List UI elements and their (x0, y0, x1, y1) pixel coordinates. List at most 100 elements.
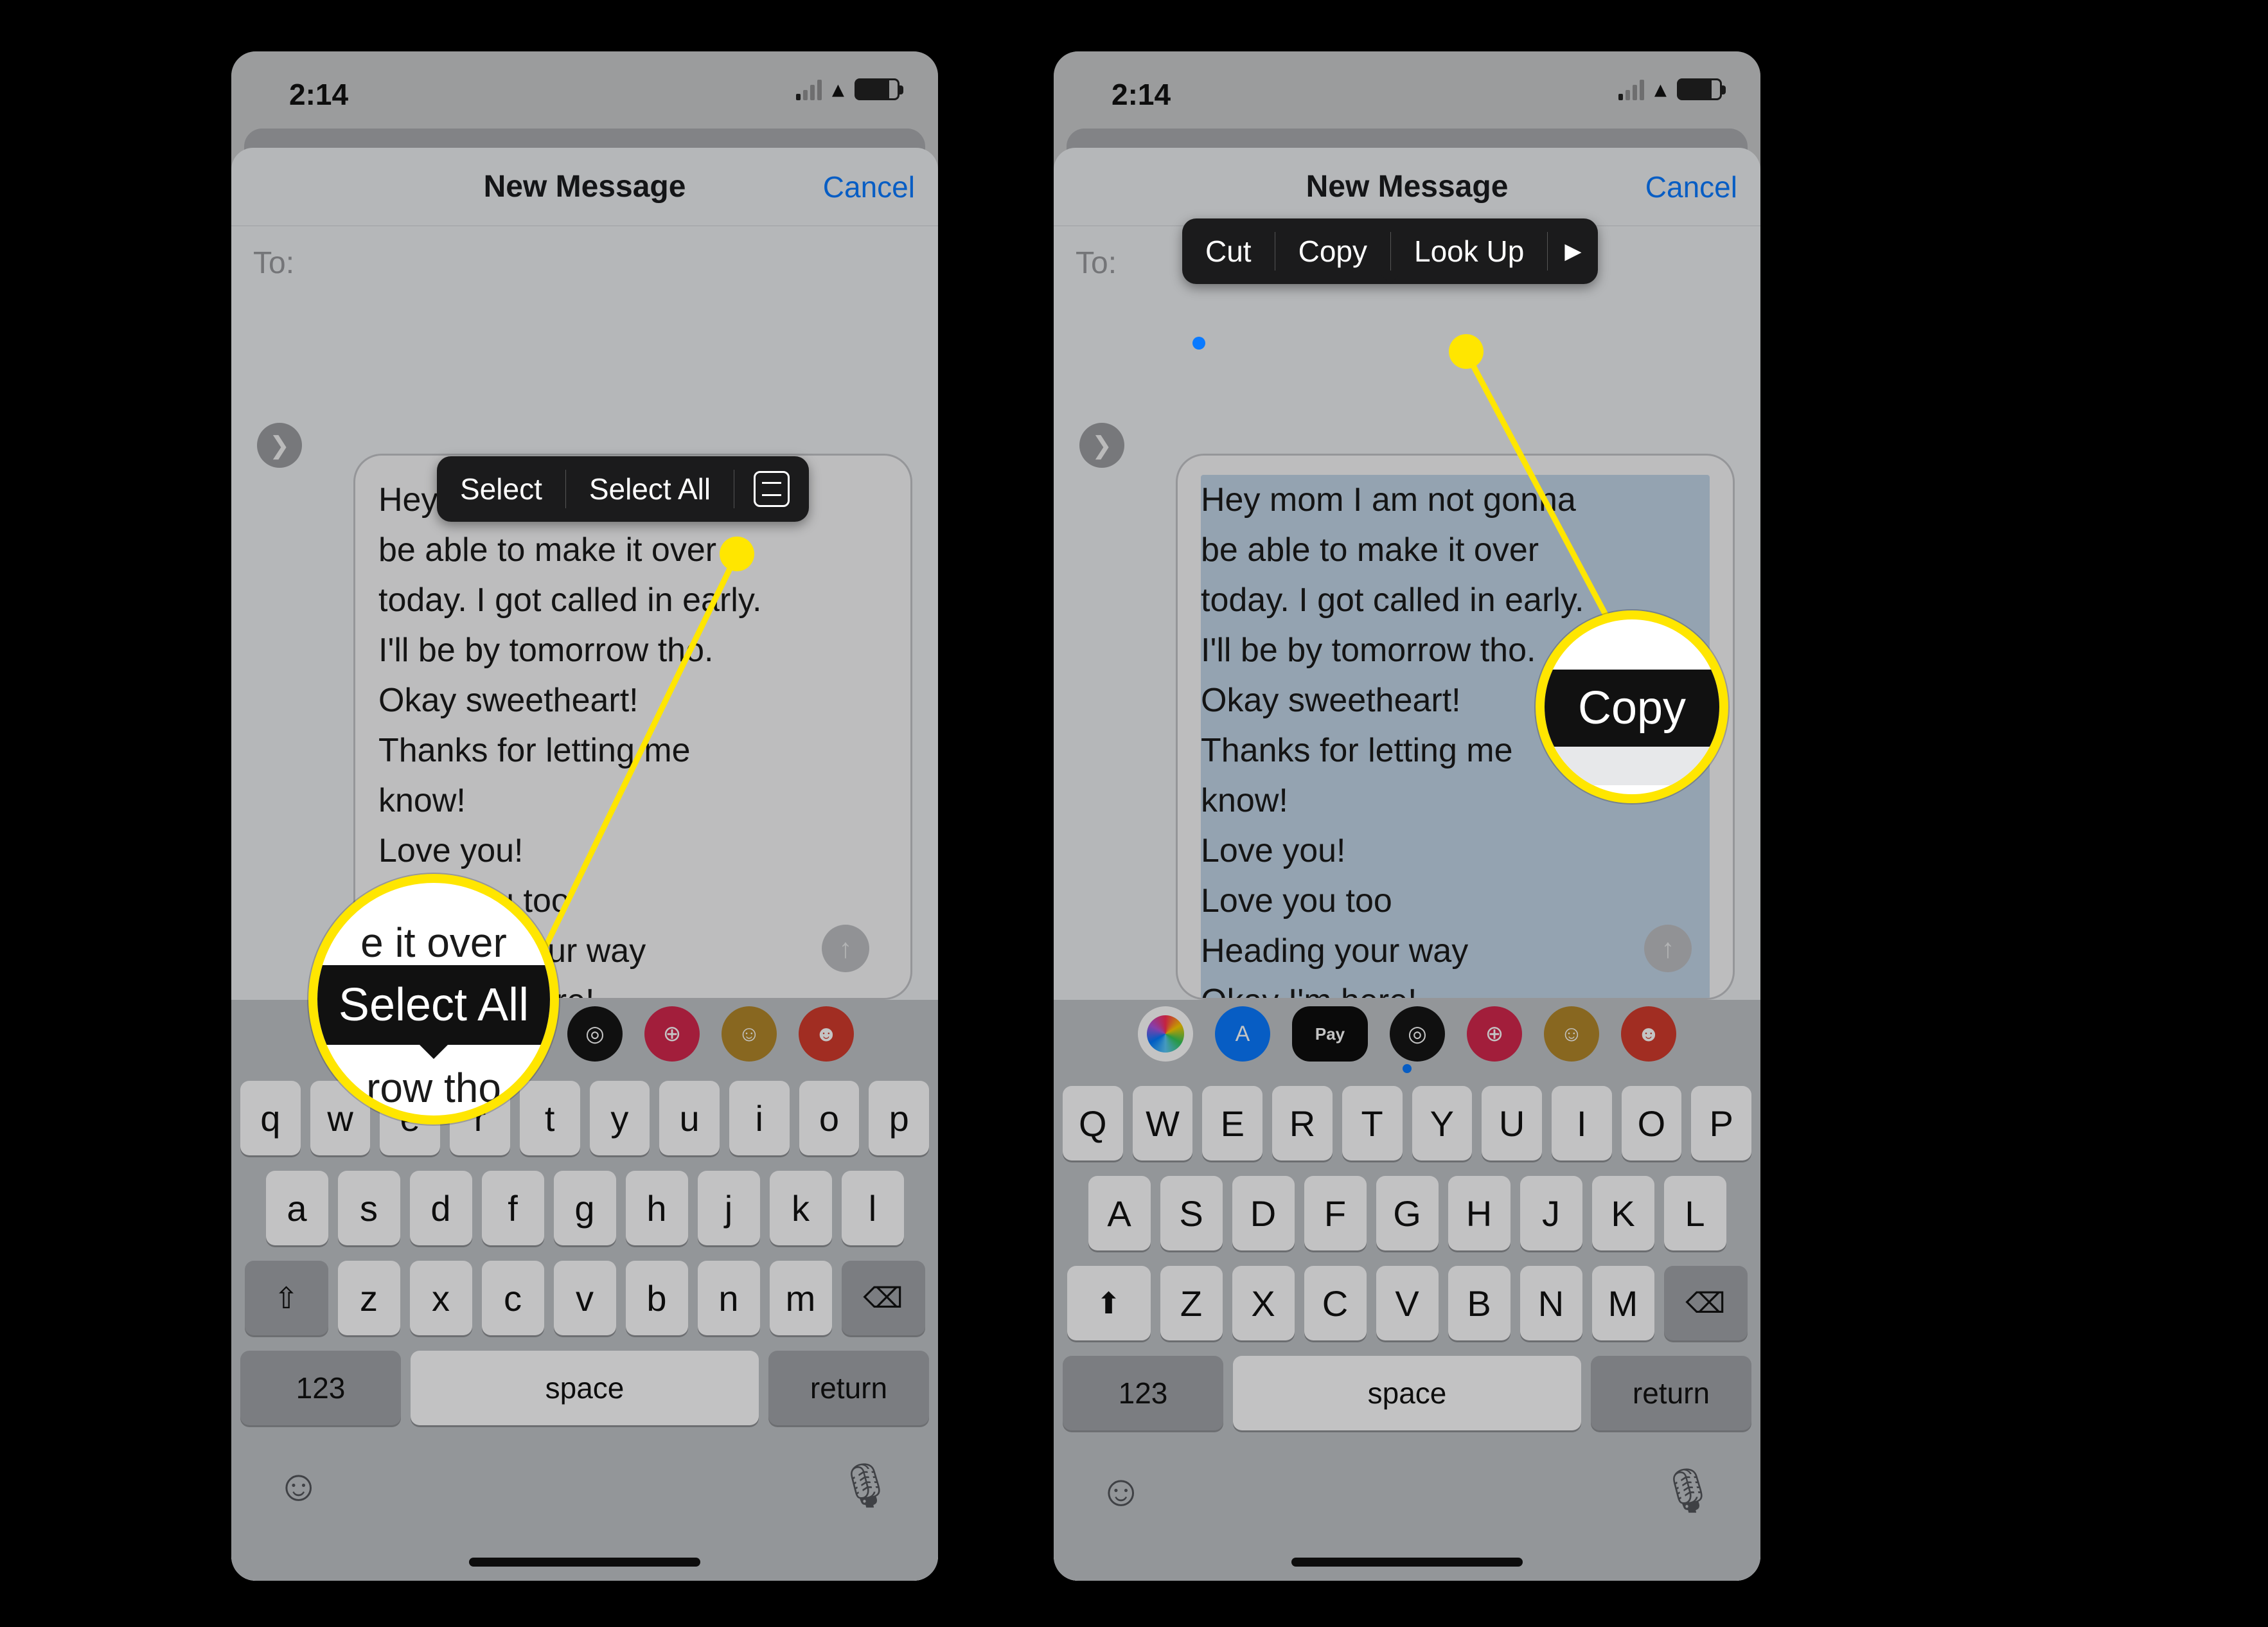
search-app-icon[interactable]: ⊕ (644, 1006, 700, 1062)
key-A[interactable]: A (1088, 1176, 1151, 1250)
shift-key[interactable]: ⇧ (245, 1261, 328, 1335)
key-W[interactable]: W (1133, 1086, 1193, 1160)
key-X[interactable]: X (1232, 1266, 1295, 1340)
search-app-icon[interactable]: ⊕ (1467, 1006, 1522, 1062)
app-store-icon[interactable]: A (1215, 1006, 1270, 1062)
key-L[interactable]: L (1664, 1176, 1726, 1250)
apple-pay-icon[interactable]: Pay (1292, 1006, 1368, 1062)
key-K[interactable]: K (770, 1171, 832, 1245)
page-title: New Message (1306, 169, 1509, 204)
key-Y[interactable]: Y (1412, 1086, 1473, 1160)
ctx-copy[interactable]: Copy (1275, 218, 1390, 284)
ctx-select[interactable]: Select (437, 456, 565, 522)
photos-app-icon[interactable] (1138, 1006, 1193, 1062)
key-M[interactable]: M (770, 1261, 832, 1335)
key-L[interactable]: L (842, 1171, 904, 1245)
home-indicator[interactable] (1291, 1558, 1523, 1567)
app-strip[interactable]: A Pay ◎ ⊕ ☺ ☻ (1054, 1000, 1760, 1068)
keyboard-footer: ☺ 🎙︎ (231, 1441, 938, 1531)
to-field-label[interactable]: To: (231, 226, 938, 300)
key-V[interactable]: V (554, 1261, 616, 1335)
space-key[interactable]: space (1233, 1356, 1581, 1430)
key-S[interactable]: S (1160, 1176, 1223, 1250)
ctx-lookup[interactable]: Look Up (1391, 218, 1547, 284)
key-N[interactable]: N (698, 1261, 760, 1335)
magnifier-select-all-label: Select All (317, 965, 550, 1045)
ctx-cut[interactable]: Cut (1182, 218, 1275, 284)
dictation-icon[interactable]: 🎙︎ (1660, 1465, 1715, 1516)
status-indicators: ▴︎ (796, 77, 899, 102)
key-C[interactable]: C (482, 1261, 544, 1335)
key-I[interactable]: I (1552, 1086, 1612, 1160)
key-C[interactable]: C (1304, 1266, 1367, 1340)
keyboard-footer: ☺ 🎙︎ (1054, 1446, 1760, 1536)
key-Q[interactable]: Q (1063, 1086, 1123, 1160)
key-H[interactable]: H (626, 1171, 688, 1245)
key-Z[interactable]: Z (338, 1261, 400, 1335)
key-S[interactable]: S (338, 1171, 400, 1245)
fitness-app-icon[interactable]: ◎ (1390, 1006, 1445, 1062)
status-time: 2:14 (289, 77, 348, 112)
home-indicator[interactable] (469, 1558, 700, 1567)
keyboard[interactable]: A Pay ◎ ⊕ ☺ ☻ QWERTYUIOP ASDFGHJKL ⬆ ZXC… (1054, 1000, 1760, 1581)
magnifier-copy: Copy (1536, 610, 1728, 803)
shift-key-active[interactable]: ⬆ (1067, 1266, 1151, 1340)
key-T[interactable]: T (1342, 1086, 1403, 1160)
return-key[interactable]: return (1591, 1356, 1751, 1430)
key-K[interactable]: K (1592, 1176, 1654, 1250)
expand-apps-button[interactable]: ❯ (1079, 423, 1124, 468)
key-O[interactable]: O (1622, 1086, 1682, 1160)
key-P[interactable]: P (1691, 1086, 1751, 1160)
key-V[interactable]: V (1376, 1266, 1439, 1340)
key-A[interactable]: A (266, 1171, 328, 1245)
key-D[interactable]: D (1232, 1176, 1295, 1250)
key-X[interactable]: X (410, 1261, 472, 1335)
dictation-icon[interactable]: 🎙︎ (838, 1460, 893, 1511)
scan-text-icon[interactable] (754, 471, 790, 507)
expand-apps-button[interactable]: ❯ (257, 423, 302, 468)
key-P[interactable]: P (869, 1081, 929, 1155)
numbers-key[interactable]: 123 (240, 1351, 401, 1425)
key-H[interactable]: H (1448, 1176, 1511, 1250)
key-I[interactable]: I (729, 1081, 790, 1155)
key-U[interactable]: U (659, 1081, 720, 1155)
cancel-button[interactable]: Cancel (823, 148, 915, 226)
key-B[interactable]: B (626, 1261, 688, 1335)
key-U[interactable]: U (1482, 1086, 1542, 1160)
key-F[interactable]: F (1304, 1176, 1367, 1250)
key-Z[interactable]: Z (1160, 1266, 1223, 1340)
delete-key[interactable]: ⌫ (842, 1261, 925, 1335)
key-N[interactable]: N (1520, 1266, 1582, 1340)
ctx-more-icon[interactable]: ▶ (1548, 238, 1598, 264)
key-E[interactable]: E (1202, 1086, 1262, 1160)
memoji-1-icon[interactable]: ☺ (722, 1006, 777, 1062)
cancel-button[interactable]: Cancel (1645, 148, 1737, 226)
key-R[interactable]: R (1272, 1086, 1333, 1160)
send-button[interactable]: ↑ (822, 925, 869, 972)
key-O[interactable]: O (799, 1081, 860, 1155)
key-Q[interactable]: Q (240, 1081, 301, 1155)
memoji-2-icon[interactable]: ☻ (1621, 1006, 1676, 1062)
key-J[interactable]: J (1520, 1176, 1582, 1250)
delete-key[interactable]: ⌫ (1664, 1266, 1748, 1340)
memoji-2-icon[interactable]: ☻ (799, 1006, 854, 1062)
send-button[interactable]: ↑ (1644, 925, 1692, 972)
key-F[interactable]: F (482, 1171, 544, 1245)
key-G[interactable]: G (1376, 1176, 1439, 1250)
emoji-icon[interactable]: ☺ (276, 1461, 321, 1511)
space-key[interactable]: space (411, 1351, 759, 1425)
emoji-icon[interactable]: ☺ (1099, 1466, 1143, 1516)
key-Y[interactable]: Y (590, 1081, 650, 1155)
numbers-key[interactable]: 123 (1063, 1356, 1223, 1430)
key-D[interactable]: D (410, 1171, 472, 1245)
memoji-1-icon[interactable]: ☺ (1544, 1006, 1599, 1062)
selection-handle-start[interactable] (1192, 337, 1205, 350)
key-G[interactable]: G (554, 1171, 616, 1245)
fitness-app-icon[interactable]: ◎ (567, 1006, 623, 1062)
key-M[interactable]: M (1592, 1266, 1654, 1340)
key-B[interactable]: B (1448, 1266, 1511, 1340)
ctx-select-all[interactable]: Select All (566, 456, 734, 522)
magnifier-copy-label: Copy (1545, 670, 1719, 747)
key-J[interactable]: J (698, 1171, 760, 1245)
return-key[interactable]: return (768, 1351, 929, 1425)
